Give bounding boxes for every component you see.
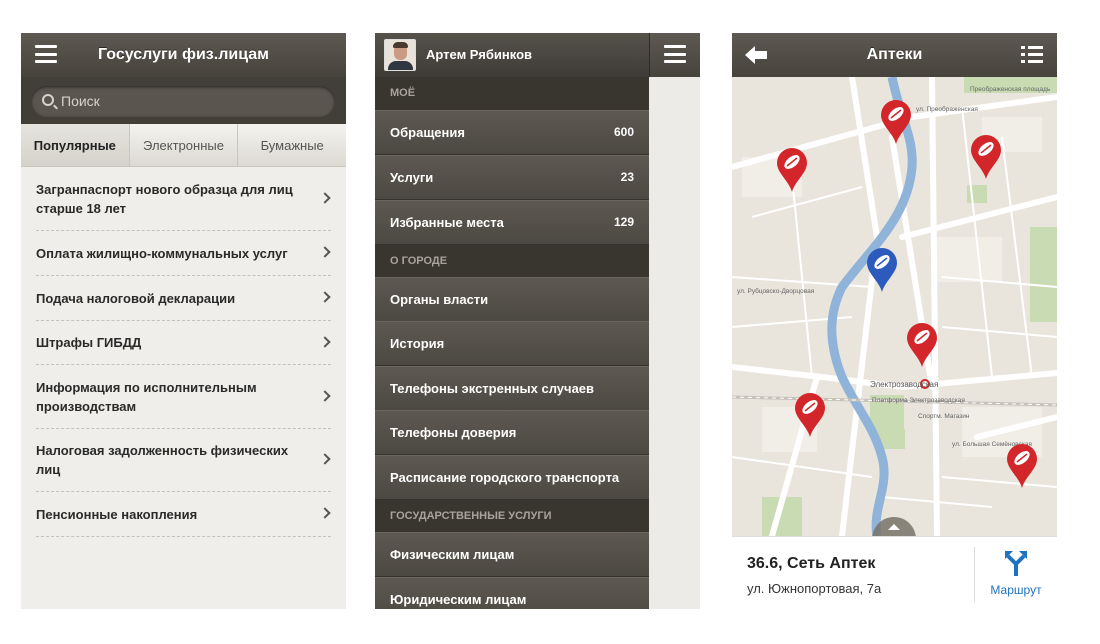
menu-item-favorites[interactable]: Избранные места 129: [375, 200, 649, 245]
chevron-right-icon: [319, 291, 331, 303]
user-header[interactable]: Артем Рябинков: [375, 33, 649, 77]
pharmacy-pin[interactable]: [1006, 443, 1038, 489]
chevron-right-icon: [319, 191, 331, 204]
search-icon: [42, 94, 54, 106]
map-label-platform: Платформа Электрозаводская: [872, 397, 965, 404]
menu-item-requests[interactable]: Обращения 600: [375, 110, 649, 155]
menu-item-legal-entities[interactable]: Юридическим лицам: [375, 577, 649, 609]
list-view-icon[interactable]: [1021, 46, 1043, 64]
list-item[interactable]: Информация по исполнительным производств…: [36, 365, 331, 429]
menu-item-label: Услуги: [390, 170, 434, 185]
search-bar: Поиск: [21, 77, 346, 124]
peek-navbar: [649, 33, 700, 77]
pharmacy-pin[interactable]: [880, 99, 912, 145]
list-item[interactable]: Штрафы ГИБДД: [36, 321, 331, 365]
map-label-street-3: ул. Рубцовско-Дворцовая: [737, 287, 815, 295]
menu-item-label: Избранные места: [390, 215, 504, 230]
list-item-label: Пенсионные накопления: [36, 506, 198, 522]
map-label-street-4: Спортм. Магазин: [918, 413, 970, 420]
tab-electronic[interactable]: Электронные: [128, 124, 238, 166]
menu-item-transport-schedule[interactable]: Расписание городского транспорта: [375, 455, 649, 500]
chevron-right-icon: [319, 507, 331, 519]
chevron-right-icon: [319, 246, 331, 258]
tab-bar: Популярные Электронные Бумажные: [21, 124, 346, 167]
menu-icon[interactable]: [664, 45, 686, 63]
map-label-street-1: ул. Преображенская: [916, 105, 978, 113]
tab-popular[interactable]: Популярные: [21, 124, 129, 166]
route-label: Маршрут: [990, 583, 1042, 597]
count-badge: 23: [620, 170, 634, 184]
services-list: Загранпаспорт нового образца для лиц ста…: [21, 167, 346, 537]
list-item-label: Загранпаспорт нового образца для лиц ста…: [36, 181, 293, 216]
list-item-label: Информация по исполнительным производств…: [36, 379, 257, 414]
section-header-city: О ГОРОДЕ: [375, 245, 649, 278]
search-placeholder: Поиск: [61, 93, 100, 109]
chevron-right-icon: [319, 389, 331, 402]
pharmacies-map-screen: Аптеки Электрозаводская Платформа Электр…: [732, 33, 1057, 609]
current-location-pin[interactable]: [866, 247, 898, 293]
page-title: Аптеки: [866, 46, 923, 63]
place-card[interactable]: 36.6, Сеть Аптек ул. Южнопортовая, 7а Ма…: [732, 536, 1057, 609]
menu-item-history[interactable]: История: [375, 321, 649, 366]
list-item[interactable]: Подача налоговой декларации: [36, 276, 331, 321]
route-icon: [1005, 551, 1027, 576]
page-title: Госуслуги физ.лицам: [98, 46, 269, 63]
list-item-label: Оплата жилищно-коммунальных услуг: [36, 245, 288, 261]
tab-paper[interactable]: Бумажные: [237, 124, 346, 166]
menu-item-hotlines[interactable]: Телефоны доверия: [375, 410, 649, 455]
menu-item-individuals[interactable]: Физическим лицам: [375, 532, 649, 577]
section-header-gov: ГОСУДАРСТВЕННЫЕ УСЛУГИ: [375, 500, 649, 533]
list-item[interactable]: Налоговая задолженность физических лиц: [36, 429, 331, 492]
menu-item-emergency-phones[interactable]: Телефоны экстренных случаев: [375, 366, 649, 411]
place-address: ул. Южнопортовая, 7а: [747, 581, 882, 596]
map-view[interactable]: Электрозаводская Платформа Электрозаводс…: [732, 77, 1057, 536]
place-name: 36.6, Сеть Аптек: [747, 555, 876, 572]
menu-item-label: Обращения: [390, 125, 465, 140]
side-menu-screen: Артем Рябинков МОЁ Обращения 600 Услуги …: [375, 33, 700, 609]
navbar: Госуслуги физ.лицам: [21, 33, 346, 77]
side-drawer: Артем Рябинков МОЁ Обращения 600 Услуги …: [375, 33, 649, 609]
list-item-label: Подача налоговой декларации: [36, 290, 236, 306]
chevron-right-icon: [319, 453, 331, 465]
list-item-label: Налоговая задолженность физических лиц: [36, 443, 289, 477]
list-item[interactable]: Пенсионные накопления: [36, 492, 331, 537]
menu-item-services[interactable]: Услуги 23: [375, 155, 649, 200]
map-label-station: Электрозаводская: [870, 380, 938, 389]
pharmacy-pin[interactable]: [906, 322, 938, 368]
menu-item-authorities[interactable]: Органы власти: [375, 277, 649, 322]
map-label-square: Преображенская площадь: [970, 85, 1051, 93]
content-peek[interactable]: [649, 33, 700, 609]
section-header-my: МОЁ: [375, 77, 649, 110]
list-item-label: Штрафы ГИБДД: [36, 335, 142, 350]
avatar: [384, 39, 416, 71]
count-badge: 129: [613, 215, 634, 229]
services-screen: Госуслуги физ.лицам Поиск Популярные Эле…: [21, 33, 346, 609]
pharmacy-pin[interactable]: [794, 392, 826, 438]
pharmacy-pin[interactable]: [776, 147, 808, 193]
navbar: Аптеки: [732, 33, 1057, 77]
list-item[interactable]: Загранпаспорт нового образца для лиц ста…: [36, 167, 331, 231]
chevron-right-icon: [319, 335, 331, 348]
count-badge: 600: [613, 125, 634, 139]
list-item[interactable]: Оплата жилищно-коммунальных услуг: [36, 231, 331, 276]
pharmacy-pin[interactable]: [970, 134, 1002, 180]
user-name: Артем Рябинков: [426, 47, 533, 62]
route-button[interactable]: Маршрут: [975, 537, 1057, 609]
search-input[interactable]: Поиск: [31, 86, 335, 117]
